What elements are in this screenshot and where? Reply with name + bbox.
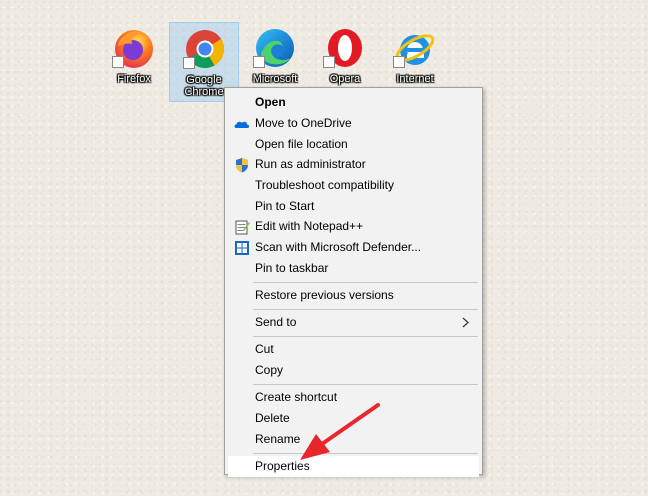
shortcut-overlay-icon <box>112 56 124 68</box>
menu-item-label: Troubleshoot compatibility <box>255 178 394 192</box>
shortcut-overlay-icon <box>253 56 265 68</box>
menu-item-properties[interactable]: Properties <box>228 456 479 477</box>
context-menu: Open Move to OneDrive Open file location… <box>224 87 483 477</box>
menu-item-troubleshoot-compatibility[interactable]: Troubleshoot compatibility <box>228 175 479 196</box>
menu-item-pin-to-taskbar[interactable]: Pin to taskbar <box>228 258 479 279</box>
menu-item-label: Copy <box>255 363 284 377</box>
menu-item-open-file-location[interactable]: Open file location <box>228 134 479 155</box>
shortcut-overlay-icon <box>393 56 405 68</box>
shortcut-overlay-icon <box>323 56 335 68</box>
menu-item-label: Restore previous versions <box>255 288 394 302</box>
menu-item-label: Send to <box>255 315 297 329</box>
menu-item-label: Move to OneDrive <box>255 116 352 130</box>
menu-item-label: Properties <box>255 459 310 473</box>
menu-separator <box>253 336 478 337</box>
menu-separator <box>253 453 478 454</box>
defender-icon <box>235 241 249 255</box>
menu-item-rename[interactable]: Rename <box>228 429 479 450</box>
menu-separator <box>253 282 478 283</box>
menu-item-send-to[interactable]: Send to <box>228 312 479 333</box>
menu-item-run-as-administrator[interactable]: Run as administrator <box>228 154 479 175</box>
menu-item-label: Edit with Notepad++ <box>255 219 364 233</box>
desktop-icon-firefox[interactable]: Firefox <box>99 22 169 102</box>
menu-item-open[interactable]: Open <box>228 92 479 113</box>
menu-separator <box>253 384 478 385</box>
menu-item-label: Open file location <box>255 137 348 151</box>
menu-item-label: Pin to taskbar <box>255 261 329 275</box>
menu-item-label: Open <box>255 95 286 109</box>
menu-item-create-shortcut[interactable]: Create shortcut <box>228 387 479 408</box>
menu-item-label: Rename <box>255 432 301 446</box>
menu-item-scan-with-defender[interactable]: Scan with Microsoft Defender... <box>228 237 479 258</box>
desktop-icon-label: Firefox <box>117 73 151 85</box>
menu-item-edit-with-notepadpp[interactable]: Edit with Notepad++ <box>228 216 479 237</box>
menu-item-cut[interactable]: Cut <box>228 339 479 360</box>
shortcut-overlay-icon <box>183 57 195 69</box>
menu-item-label: Scan with Microsoft Defender... <box>255 240 422 254</box>
menu-item-label: Create shortcut <box>255 390 338 404</box>
menu-separator <box>253 309 478 310</box>
onedrive-icon <box>234 121 250 128</box>
menu-item-label: Pin to Start <box>255 199 315 213</box>
menu-item-restore-previous-versions[interactable]: Restore previous versions <box>228 285 479 306</box>
menu-item-pin-to-start[interactable]: Pin to Start <box>228 196 479 217</box>
notepadpp-icon <box>235 220 250 235</box>
menu-item-label: Delete <box>255 411 290 425</box>
uac-shield-icon <box>236 158 248 173</box>
menu-item-move-to-onedrive[interactable]: Move to OneDrive <box>228 113 479 134</box>
chevron-right-icon <box>462 317 469 328</box>
menu-item-label: Run as administrator <box>255 157 366 171</box>
menu-item-copy[interactable]: Copy <box>228 360 479 381</box>
menu-item-label: Cut <box>255 342 274 356</box>
menu-item-delete[interactable]: Delete <box>228 408 479 429</box>
